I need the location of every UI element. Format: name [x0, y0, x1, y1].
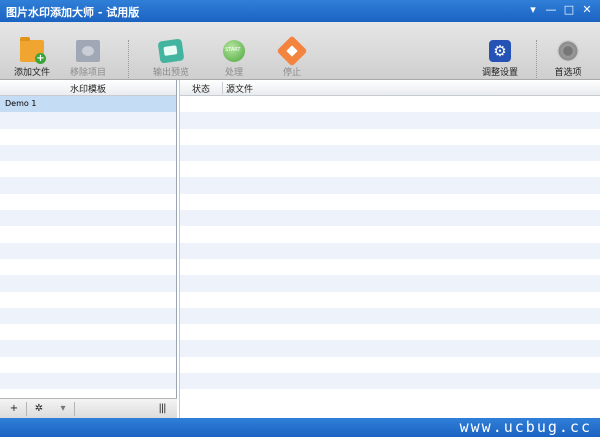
list-row — [0, 292, 176, 308]
site-watermark: www.ucbug.cc — [459, 418, 592, 436]
file-list — [180, 96, 600, 418]
template-list: Demo 1 — [0, 96, 176, 418]
list-row — [180, 96, 600, 112]
list-row — [180, 177, 600, 194]
menu-dropdown-button[interactable]: ▾ — [524, 2, 542, 18]
window-title: 图片水印添加大师 - 试用版 — [6, 6, 140, 19]
preferences-label: 首选项 — [554, 68, 582, 78]
add-file-button[interactable]: + 添加文件 — [4, 37, 60, 78]
list-row — [180, 389, 600, 405]
template-panel: 水印模板 Demo 1 + ✲ ▾ ||| — [0, 80, 177, 418]
footer-divider — [26, 402, 27, 416]
template-list-header: 水印模板 — [0, 80, 176, 96]
toolbar: + 添加文件 移除项目 输出预览 处理 停止 ⚙ 调整设置 首选项 — [0, 22, 600, 80]
start-icon — [223, 40, 245, 62]
list-row — [0, 324, 176, 340]
toolbar-divider — [128, 40, 129, 78]
add-template-button[interactable]: + — [6, 402, 22, 416]
remove-item-label: 移除项目 — [69, 68, 106, 78]
columns-icon[interactable]: ||| — [152, 402, 172, 416]
title-bar: 图片水印添加大师 - 试用版 ▾ — □ ✕ — [0, 0, 600, 22]
template-settings-icon[interactable]: ✲ — [30, 402, 48, 416]
list-row — [0, 194, 176, 210]
list-row — [180, 275, 600, 292]
close-button[interactable]: ✕ — [578, 2, 596, 18]
list-row — [0, 242, 176, 259]
toolbar-divider — [536, 40, 537, 78]
minimize-button[interactable]: — — [542, 2, 560, 18]
list-row — [180, 144, 600, 162]
list-row — [180, 129, 600, 145]
template-column-header[interactable]: 水印模板 — [0, 82, 176, 95]
remove-item-button[interactable]: 移除项目 — [60, 40, 116, 78]
column-divider[interactable] — [222, 82, 223, 94]
stop-icon — [276, 35, 308, 67]
footer-divider — [74, 402, 75, 416]
list-row — [0, 112, 176, 129]
list-row — [180, 161, 600, 177]
list-row — [180, 324, 600, 340]
cog-icon — [557, 40, 579, 62]
folder-add-icon: + — [20, 37, 46, 64]
list-row — [180, 112, 600, 129]
process-button[interactable]: 处理 — [206, 40, 262, 78]
output-preview-label: 输出预览 — [152, 68, 189, 78]
list-row — [0, 161, 176, 177]
maximize-button[interactable]: □ — [560, 2, 578, 18]
list-row — [180, 373, 600, 390]
source-file-column-header[interactable]: 源文件 — [226, 82, 253, 95]
output-preview-button[interactable]: 输出预览 — [143, 38, 199, 78]
preferences-button[interactable]: 首选项 — [540, 40, 596, 78]
list-row — [0, 275, 176, 292]
process-label: 处理 — [224, 68, 243, 78]
status-column-header[interactable]: 状态 — [192, 82, 210, 95]
list-row — [0, 177, 176, 194]
list-row — [0, 373, 176, 390]
adjust-settings-button[interactable]: ⚙ 调整设置 — [472, 40, 528, 78]
list-row — [180, 194, 600, 210]
template-item[interactable]: Demo 1 — [0, 96, 176, 113]
list-row — [0, 357, 176, 373]
chevron-down-icon[interactable]: ▾ — [56, 402, 70, 416]
list-row — [180, 340, 600, 357]
list-row — [180, 292, 600, 308]
file-list-panel: 状态 源文件 — [179, 80, 600, 418]
window-controls: ▾ — □ ✕ — [524, 2, 596, 18]
add-file-label: 添加文件 — [13, 68, 50, 78]
list-row — [0, 307, 176, 325]
file-list-header: 状态 源文件 — [180, 80, 600, 96]
list-row — [0, 129, 176, 145]
list-row — [180, 242, 600, 259]
list-row — [180, 259, 600, 275]
list-row — [0, 144, 176, 162]
preview-icon — [157, 38, 185, 64]
list-row — [0, 226, 176, 242]
list-row — [0, 210, 176, 227]
template-toolbar: + ✲ ▾ ||| — [0, 398, 177, 418]
list-row — [180, 226, 600, 242]
gear-icon: ⚙ — [489, 40, 511, 62]
status-bar: www.ucbug.cc — [0, 418, 600, 437]
list-row — [180, 210, 600, 227]
stop-button[interactable]: 停止 — [264, 35, 320, 78]
list-row — [0, 340, 176, 357]
stop-label: 停止 — [282, 68, 301, 78]
adjust-settings-label: 调整设置 — [481, 68, 518, 78]
list-row — [180, 307, 600, 325]
remove-icon — [76, 40, 100, 62]
list-row — [180, 357, 600, 373]
list-row — [0, 259, 176, 275]
